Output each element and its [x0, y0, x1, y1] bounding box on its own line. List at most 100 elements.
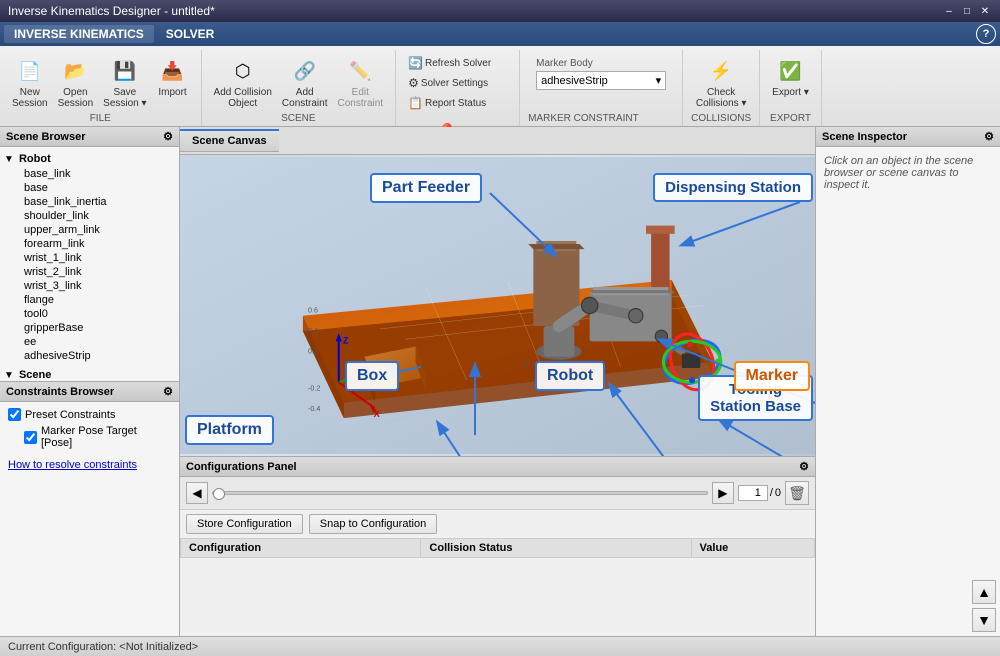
constraints-browser-options-icon[interactable]: ⚙: [163, 385, 173, 398]
report-status-icon: 📋: [408, 96, 423, 110]
solver-settings-label: Solver Settings: [421, 78, 488, 89]
current-page[interactable]: 1: [738, 485, 768, 501]
menu-inverse-kinematics[interactable]: INVERSE KINEMATICS: [4, 25, 154, 43]
dispensing-station-annotation: Dispensing Station: [653, 173, 813, 202]
preset-constraints-checkbox[interactable]: [8, 408, 21, 421]
delete-config-button[interactable]: 🗑: [785, 481, 809, 505]
window-controls[interactable]: – □ ✕: [942, 4, 992, 18]
new-session-button[interactable]: 📄 NewSession: [8, 54, 52, 112]
tree-item-ee[interactable]: ee: [0, 335, 179, 349]
preset-constraints-group: Preset Constraints: [8, 406, 171, 423]
statusbar: Current Configuration: <Not Initialized>: [0, 636, 1000, 656]
export-label: Export ▾: [772, 87, 809, 98]
scene-canvas[interactable]: Z y X 0: [180, 155, 815, 456]
constraints-browser-header: Constraints Browser ⚙: [0, 382, 179, 402]
config-panel-options-icon[interactable]: ⚙: [799, 460, 809, 473]
inspector-scroll-up-button[interactable]: ▲: [972, 580, 996, 604]
tree-item-wrist1-link[interactable]: wrist_1_link: [0, 251, 179, 265]
minimize-btn[interactable]: –: [942, 4, 956, 18]
add-collision-object-button[interactable]: ⬡ Add CollisionObject: [210, 54, 276, 112]
config-table: Configuration Collision Status Value: [180, 538, 815, 558]
constraints-browser: Constraints Browser ⚙ Preset Constraints…: [0, 381, 179, 636]
scene-group-label: SCENE: [281, 113, 315, 126]
ribbon-group-marker-constraint: Marker Body adhesiveStrip ▾ MARKER CONST…: [520, 50, 683, 126]
solver-settings-button[interactable]: ⚙ Solver Settings: [404, 74, 495, 92]
save-session-label: SaveSession ▾: [103, 87, 146, 109]
menubar: INVERSE KINEMATICS SOLVER ?: [0, 22, 1000, 46]
tree-item-tool0[interactable]: tool0: [0, 307, 179, 321]
scene-browser-options-icon[interactable]: ⚙: [163, 130, 173, 143]
part-feeder-label: Part Feeder: [382, 179, 470, 196]
inspector-body: Click on an object in the scene browser …: [816, 147, 1000, 199]
marker-pose-target-checkbox[interactable]: [24, 431, 37, 444]
save-session-button[interactable]: 💾 SaveSession ▾: [99, 54, 150, 112]
ribbon-group-file: 📄 NewSession 📂 OpenSession 💾 SaveSession…: [0, 50, 202, 126]
ribbon: 📄 NewSession 📂 OpenSession 💾 SaveSession…: [0, 46, 1000, 127]
ribbon-group-ik: 🔄 Refresh Solver ⚙ Solver Settings 📋 Rep…: [396, 50, 520, 126]
import-label: Import: [158, 87, 186, 98]
inspector-options-icon[interactable]: ⚙: [984, 130, 994, 143]
add-collision-icon: ⬡: [229, 57, 257, 85]
tree-item-forearm-link[interactable]: forearm_link: [0, 237, 179, 251]
add-collision-label: Add CollisionObject: [214, 87, 272, 109]
import-icon: 📥: [159, 57, 187, 85]
add-constraint-button[interactable]: 🔗 AddConstraint: [278, 54, 332, 112]
config-controls: ◀ ▶ 1 / 0 🗑: [180, 477, 815, 510]
how-to-resolve-link[interactable]: How to resolve constraints: [0, 455, 179, 475]
collision-col-header: Collision Status: [421, 539, 691, 558]
marker-label: Marker: [746, 367, 798, 384]
maximize-btn[interactable]: □: [960, 4, 974, 18]
refresh-solver-icon: 🔄: [408, 56, 423, 70]
config-next-button[interactable]: ▶: [712, 482, 734, 504]
status-text: Current Configuration: <Not Initialized>: [8, 641, 198, 653]
check-collisions-button[interactable]: ⚡ CheckCollisions ▾: [692, 54, 751, 112]
dropdown-chevron-icon: ▾: [656, 74, 662, 87]
box-annotation: Box: [345, 361, 399, 391]
tree-group-scene[interactable]: ▼ Scene: [0, 367, 179, 381]
add-constraint-icon: 🔗: [291, 57, 319, 85]
close-btn[interactable]: ✕: [978, 4, 992, 18]
tree-item-flange[interactable]: flange: [0, 293, 179, 307]
open-session-label: OpenSession: [58, 87, 94, 109]
menu-solver[interactable]: SOLVER: [156, 25, 224, 43]
robot-label: Robot: [547, 367, 593, 384]
report-status-button[interactable]: 📋 Report Status: [404, 94, 495, 112]
inspector-scroll-down-button[interactable]: ▼: [972, 608, 996, 632]
marker-annotation: Marker: [734, 361, 810, 391]
scene-canvas-tab[interactable]: Scene Canvas: [180, 129, 279, 152]
scene-browser: Scene Browser ⚙ ▼ Robot base_link base b…: [0, 127, 180, 381]
tree-item-wrist3-link[interactable]: wrist_3_link: [0, 279, 179, 293]
config-slider[interactable]: [212, 486, 708, 500]
export-button[interactable]: ✅ Export ▾: [768, 54, 813, 101]
tree-group-robot[interactable]: ▼ Robot: [0, 151, 179, 167]
help-button[interactable]: ?: [976, 24, 996, 44]
edit-constraint-button[interactable]: ✏️ EditConstraint: [333, 54, 387, 112]
tree-item-base-link[interactable]: base_link: [0, 167, 179, 181]
tree-item-gripper-base[interactable]: gripperBase: [0, 321, 179, 335]
export-icon: ✅: [777, 57, 805, 85]
report-status-label: Report Status: [425, 98, 486, 109]
snap-to-config-button[interactable]: Snap to Configuration: [309, 514, 437, 534]
tree-item-wrist2-link[interactable]: wrist_2_link: [0, 265, 179, 279]
open-session-button[interactable]: 📂 OpenSession: [54, 54, 98, 112]
tree-item-adhesive-strip[interactable]: adhesiveStrip: [0, 349, 179, 363]
store-config-button[interactable]: Store Configuration: [186, 514, 303, 534]
new-session-label: NewSession: [12, 87, 48, 109]
edit-constraint-label: EditConstraint: [337, 87, 383, 109]
refresh-solver-button[interactable]: 🔄 Refresh Solver: [404, 54, 495, 72]
open-session-icon: 📂: [61, 57, 89, 85]
tree-item-shoulder-link[interactable]: shoulder_link: [0, 209, 179, 223]
tree-item-base[interactable]: base: [0, 181, 179, 195]
tree-item-upper-arm-link[interactable]: upper_arm_link: [0, 223, 179, 237]
title-text: Inverse Kinematics Designer - untitled*: [8, 4, 215, 18]
part-feeder-annotation: Part Feeder: [370, 173, 482, 203]
config-prev-button[interactable]: ◀: [186, 482, 208, 504]
file-group-label: FILE: [90, 113, 111, 126]
page-display: 1 / 0: [738, 485, 781, 501]
tree-item-base-link-inertia[interactable]: base_link_inertia: [0, 195, 179, 209]
constraints-browser-title: Constraints Browser: [6, 386, 114, 398]
inspector-header: Scene Inspector ⚙: [816, 127, 1000, 147]
value-col-header: Value: [691, 539, 814, 558]
marker-body-dropdown[interactable]: adhesiveStrip ▾: [536, 71, 666, 90]
import-button[interactable]: 📥 Import: [153, 54, 193, 101]
